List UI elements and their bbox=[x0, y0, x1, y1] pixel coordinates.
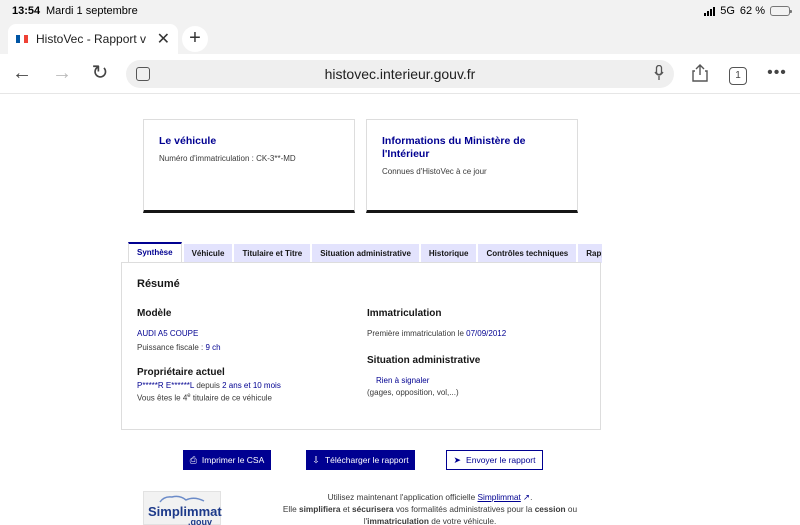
report-tabs: Synthèse Véhicule Titulaire et Titre Situat… bbox=[128, 242, 602, 263]
network-label: 5G bbox=[720, 5, 735, 17]
first-registration-label: Première immatriculation le bbox=[367, 329, 467, 338]
simplimmat-logo[interactable]: Simplimmat .gouv bbox=[143, 491, 222, 525]
tab-controles[interactable]: Contrôles techniques bbox=[478, 244, 577, 263]
immatriculation-label: Immatriculation bbox=[367, 308, 442, 319]
print-csa-button[interactable]: ⎙ Imprimer le CSA bbox=[183, 450, 271, 470]
plus-icon[interactable]: + bbox=[182, 26, 208, 52]
print-icon: ⎙ bbox=[189, 454, 197, 465]
signal-icon bbox=[704, 6, 716, 16]
first-registration-date: 07/09/2012 bbox=[466, 329, 507, 338]
microphone-icon[interactable] bbox=[654, 65, 664, 81]
send-icon: ➤ bbox=[453, 454, 462, 465]
download-icon: ⇩ bbox=[312, 454, 320, 465]
owner-rank-prefix: Vous êtes le bbox=[137, 393, 183, 403]
status-time: 13:54 bbox=[12, 5, 41, 17]
tab-rapport[interactable]: Rapport bbox=[578, 244, 602, 263]
download-report-button[interactable]: ⇩ Télécharger le rapport bbox=[306, 450, 415, 470]
card-vehicule-subtitle: Numéro d'immatriculation : CK-3**-MD bbox=[159, 154, 296, 163]
more-icon[interactable]: ••• bbox=[766, 61, 788, 85]
owner-line: P*****R E******L depuis 2 ans et 10 mois bbox=[137, 381, 281, 390]
tab-strip: HistoVec - Rapport vendeur ✕ + bbox=[0, 22, 800, 54]
address-bar[interactable]: histovec.interieur.gouv.fr bbox=[126, 60, 674, 88]
tab-synthese[interactable]: Synthèse bbox=[128, 242, 182, 263]
modele-label: Modèle bbox=[137, 308, 172, 319]
situation-status: Rien à signaler bbox=[376, 376, 430, 385]
situation-details: (gages, opposition, vol,...) bbox=[367, 388, 459, 397]
simplimmat-logo-suffix: .gouv bbox=[188, 517, 212, 525]
owner-since: 2 ans et 10 mois bbox=[222, 381, 281, 390]
reload-icon[interactable]: ↻ bbox=[88, 61, 112, 85]
promo-line2-d: sécurisera bbox=[352, 504, 394, 514]
owner-rank-line: Vous êtes le 4e titulaire de ce véhicule bbox=[137, 393, 272, 403]
simplimmat-promo: Utilisez maintenant l'application offici… bbox=[230, 491, 630, 525]
send-report-label: Envoyer le rapport bbox=[466, 455, 536, 465]
promo-line2-c: et bbox=[340, 504, 353, 514]
owner-rank-suffix: titulaire de ce véhicule bbox=[190, 393, 272, 403]
summary-heading: Résumé bbox=[137, 278, 180, 290]
car-logo-icon bbox=[159, 495, 205, 503]
promo-line2-a: Elle bbox=[282, 504, 299, 514]
send-report-button[interactable]: ➤ Envoyer le rapport bbox=[446, 450, 543, 470]
synthese-panel: Résumé Modèle AUDI A5 COUPE Puissance fi… bbox=[121, 262, 601, 430]
forward-arrow-icon[interactable]: → bbox=[50, 61, 74, 85]
card-ministere-subtitle: Connues d'HistoVec à ce jour bbox=[382, 167, 487, 176]
situation-label: Situation administrative bbox=[367, 355, 481, 366]
power-line: Puissance fiscale : 9 ch bbox=[137, 343, 221, 352]
tab-title: HistoVec - Rapport vendeur bbox=[36, 32, 146, 46]
power-label: Puissance fiscale : bbox=[137, 343, 206, 352]
promo-line2-g: ou bbox=[565, 504, 578, 514]
browser-toolbar: ← → ↻ histovec.interieur.gouv.fr 1 ••• bbox=[0, 54, 800, 94]
battery-label: 62 % bbox=[739, 5, 765, 17]
back-arrow-icon[interactable]: ← bbox=[10, 61, 34, 85]
tab-historique[interactable]: Historique bbox=[420, 244, 477, 263]
promo-line-1: Utilisez maintenant l'application offici… bbox=[230, 491, 630, 503]
card-vehicule[interactable]: Le véhicule Numéro d'immatriculation : C… bbox=[143, 119, 355, 213]
close-icon[interactable]: ✕ bbox=[157, 29, 170, 49]
card-vehicule-title: Le véhicule bbox=[159, 135, 217, 147]
share-icon[interactable] bbox=[690, 61, 710, 85]
tab-count-button[interactable]: 1 bbox=[729, 67, 747, 85]
promo-line1-suffix: . bbox=[530, 492, 533, 502]
owner-name: P*****R E******L bbox=[137, 381, 195, 390]
status-date: Mardi 1 septembre bbox=[46, 5, 138, 17]
promo-line3-b: immatriculation bbox=[367, 516, 429, 525]
tab-vehicule[interactable]: Véhicule bbox=[183, 244, 233, 263]
first-registration-line: Première immatriculation le 07/09/2012 bbox=[367, 329, 506, 338]
url-text: histovec.interieur.gouv.fr bbox=[324, 66, 476, 82]
french-flag-icon bbox=[16, 35, 28, 43]
promo-line1-prefix: Utilisez maintenant l'application offici… bbox=[327, 492, 478, 502]
model-value: AUDI A5 COUPE bbox=[137, 329, 199, 338]
card-ministere-title: Informations du Ministère de l'Intérieur bbox=[382, 135, 526, 160]
battery-icon bbox=[770, 6, 792, 16]
promo-line2-b: simplifiera bbox=[299, 504, 341, 514]
promo-line3-c: de votre véhicule. bbox=[428, 516, 497, 525]
browser-tab[interactable]: HistoVec - Rapport vendeur ✕ bbox=[8, 24, 178, 54]
simplimmat-link[interactable]: Simplimmat bbox=[478, 492, 521, 502]
card-ministere[interactable]: Informations du Ministère de l'Intérieur… bbox=[366, 119, 578, 213]
download-report-label: Télécharger le rapport bbox=[324, 455, 409, 465]
web-page: Le véhicule Numéro d'immatriculation : C… bbox=[0, 95, 800, 525]
tab-situation[interactable]: Situation administrative bbox=[312, 244, 419, 263]
status-bar: 13:54 Mardi 1 septembre 5G 62 % bbox=[0, 0, 800, 22]
promo-line2-f: cession bbox=[534, 504, 566, 514]
owner-since-prefix: depuis bbox=[196, 381, 220, 390]
promo-line-3: l'immatriculation de votre véhicule. bbox=[230, 515, 630, 525]
tab-titulaire[interactable]: Titulaire et Titre bbox=[234, 244, 311, 263]
promo-line-2: Elle simplifiera et sécurisera vos forma… bbox=[230, 503, 630, 515]
proprietaire-label: Propriétaire actuel bbox=[137, 367, 225, 378]
power-value: 9 ch bbox=[205, 343, 221, 352]
status-right: 5G 62 % bbox=[704, 5, 792, 17]
promo-line2-e: vos formalités administratives pour la bbox=[393, 504, 535, 514]
print-csa-label: Imprimer le CSA bbox=[201, 455, 265, 465]
